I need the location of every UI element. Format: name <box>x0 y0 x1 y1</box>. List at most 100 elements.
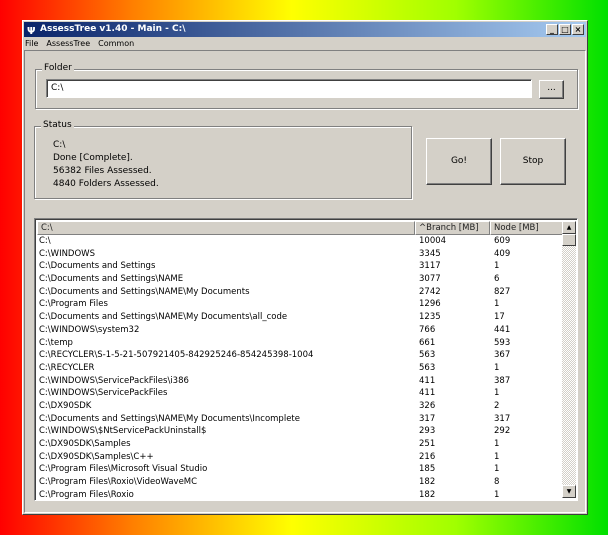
maximize-button[interactable]: □ <box>559 24 571 35</box>
stop-button[interactable]: Stop <box>500 138 566 185</box>
table-row[interactable]: C:\DX90SDK 326 2 <box>37 400 565 413</box>
cell-branch-mb: 661 <box>419 337 436 348</box>
table-row[interactable]: C:\ 10004 609 <box>37 235 565 248</box>
cell-node-mb: 827 <box>494 286 511 297</box>
vertical-scrollbar[interactable]: ▲ ▼ <box>562 221 576 498</box>
browse-button[interactable]: ... <box>539 80 564 99</box>
menu-assesstree[interactable]: AssessTree <box>46 38 90 50</box>
status-group: Status C:\ Done [Complete]. 56382 Files … <box>34 120 412 199</box>
cell-path: C:\Documents and Settings\NAME <box>39 274 184 285</box>
table-row[interactable]: C:\Program Files 1296 1 <box>37 298 565 311</box>
cell-node-mb: 317 <box>494 413 511 424</box>
table-row[interactable]: C:\WINDOWS\ServicePackFiles\i386 411 387 <box>37 375 565 388</box>
table-row[interactable]: C:\WINDOWS\$NtServicePackUninstall$ 293 29… <box>37 425 565 438</box>
cell-branch-mb: 411 <box>419 375 436 386</box>
table-row[interactable]: C:\Program Files\Microsoft Visual Studio… <box>37 463 565 476</box>
column-header-path[interactable]: C:\ <box>37 221 415 235</box>
cell-branch-mb: 2742 <box>419 286 441 297</box>
table-row[interactable]: C:\RECYCLER\S-1-5-21-507921405-842925246… <box>37 349 565 362</box>
list-header: C:\ ^Branch [MB] Node [MB] <box>37 221 565 235</box>
cell-path: C:\DX90SDK <box>39 400 92 411</box>
table-row[interactable]: C:\Documents and Settings\NAME\My Docume… <box>37 311 565 324</box>
cell-branch-mb: 182 <box>419 489 436 500</box>
cell-path: C:\RECYCLER <box>39 362 95 373</box>
column-header-branch[interactable]: ^Branch [MB] <box>415 221 490 235</box>
cell-path: C:\Documents and Settings\NAME\My Docume… <box>39 312 288 323</box>
cell-node-mb: 609 <box>494 236 511 246</box>
cell-branch-mb: 251 <box>419 439 436 449</box>
cell-path: C:\Program Files <box>39 299 108 310</box>
cell-node-mb: 8 <box>494 477 500 488</box>
cell-node-mb: 1 <box>494 464 500 475</box>
status-folders: 4840 Folders Assessed. <box>53 179 159 189</box>
close-button[interactable]: × <box>572 24 584 35</box>
go-button[interactable]: Go! <box>426 138 492 185</box>
cell-path: C:\temp <box>39 337 73 348</box>
cell-branch-mb: 216 <box>419 451 436 462</box>
folder-group: Folder C:\ ... <box>35 63 578 109</box>
cell-branch-mb: 3117 <box>419 261 441 272</box>
cell-path: C:\WINDOWS\$NtServicePackUninstall$ <box>39 426 207 437</box>
table-row[interactable]: C:\RECYCLER 563 1 <box>37 362 565 375</box>
cell-node-mb: 1 <box>494 489 500 500</box>
cell-path: C:\WINDOWS\ServicePackFiles\i386 <box>39 375 189 386</box>
cell-branch-mb: 563 <box>419 350 436 361</box>
status-state: Done [Complete]. <box>53 153 133 163</box>
cell-path: C:\WINDOWS\ServicePackFiles <box>39 388 168 399</box>
cell-branch-mb: 3077 <box>419 274 441 285</box>
window-title: AssessTree v1.40 - Main - C:\ <box>40 24 186 34</box>
table-row[interactable]: C:\Documents and Settings\NAME\My Docume… <box>37 286 565 299</box>
cell-node-mb: 2 <box>494 400 500 411</box>
menu-bar: File AssessTree Common <box>25 38 134 50</box>
table-row[interactable]: C:\Program Files\Roxio 182 1 <box>37 489 565 500</box>
app-window: Ψ AssessTree v1.40 - Main - C:\ _ □ × Fi… <box>22 20 588 515</box>
column-header-node[interactable]: Node [MB] <box>490 221 565 235</box>
cell-node-mb: 1 <box>494 388 500 399</box>
list-rows: C:\ 10004 609 C:\WINDOWS 3345 409 C:\Documents… <box>37 235 565 500</box>
folder-size-list[interactable]: C:\ ^Branch [MB] Node [MB] C:\ 10004 609 C:… <box>34 218 578 501</box>
cell-path: C:\DX90SDK\Samples <box>39 439 131 449</box>
menu-common[interactable]: Common <box>98 38 134 50</box>
table-row[interactable]: C:\Program Files\Roxio\VideoWaveMC 182 8 <box>37 476 565 489</box>
cell-node-mb: 1 <box>494 362 500 373</box>
table-row[interactable]: C:\Documents and Settings\NAME 3077 6 <box>37 273 565 286</box>
folder-input[interactable]: C:\ <box>46 79 532 98</box>
cell-path: C:\Documents and Settings <box>39 261 156 272</box>
table-row[interactable]: C:\WINDOWS\system32 766 441 <box>37 324 565 337</box>
cell-path: C:\DX90SDK\Samples\C++ <box>39 451 154 462</box>
table-row[interactable]: C:\temp 661 593 <box>37 337 565 350</box>
scroll-down-arrow-icon[interactable]: ▼ <box>562 485 576 498</box>
cell-path: C:\Program Files\Roxio <box>39 489 134 500</box>
cell-branch-mb: 293 <box>419 426 436 437</box>
table-row[interactable]: C:\WINDOWS\ServicePackFiles 411 1 <box>37 387 565 400</box>
scroll-up-arrow-icon[interactable]: ▲ <box>562 221 576 234</box>
minimize-button[interactable]: _ <box>546 24 558 35</box>
cell-branch-mb: 766 <box>419 324 436 335</box>
cell-path: C:\WINDOWS\system32 <box>39 324 140 335</box>
cell-node-mb: 292 <box>494 426 511 437</box>
cell-path: C:\WINDOWS <box>39 248 95 259</box>
table-row[interactable]: C:\Documents and Settings\NAME\My Docume… <box>37 413 565 426</box>
cell-node-mb: 367 <box>494 350 511 361</box>
cell-path: C:\RECYCLER\S-1-5-21-507921405-842925246… <box>39 350 314 361</box>
cell-node-mb: 1 <box>494 299 500 310</box>
cell-branch-mb: 1296 <box>419 299 441 310</box>
cell-node-mb: 593 <box>494 337 511 348</box>
cell-branch-mb: 10004 <box>419 236 447 246</box>
table-row[interactable]: C:\DX90SDK\Samples 251 1 <box>37 438 565 451</box>
menu-file[interactable]: File <box>25 38 38 50</box>
status-path: C:\ <box>53 140 66 150</box>
cell-branch-mb: 326 <box>419 400 436 411</box>
cell-node-mb: 1 <box>494 261 500 272</box>
table-row[interactable]: C:\DX90SDK\Samples\C++ 216 1 <box>37 451 565 464</box>
folder-label: Folder <box>42 63 74 73</box>
table-row[interactable]: C:\Documents and Settings 3117 1 <box>37 260 565 273</box>
scroll-thumb[interactable] <box>562 234 576 246</box>
cell-path: C:\Program Files\Roxio\VideoWaveMC <box>39 477 198 488</box>
cell-path: C:\ <box>39 236 51 246</box>
title-bar[interactable]: Ψ AssessTree v1.40 - Main - C:\ _ □ × <box>24 22 586 37</box>
cell-path: C:\Documents and Settings\NAME\My Docume… <box>39 413 300 424</box>
cell-branch-mb: 182 <box>419 477 436 488</box>
cell-branch-mb: 3345 <box>419 248 441 259</box>
table-row[interactable]: C:\WINDOWS 3345 409 <box>37 248 565 261</box>
